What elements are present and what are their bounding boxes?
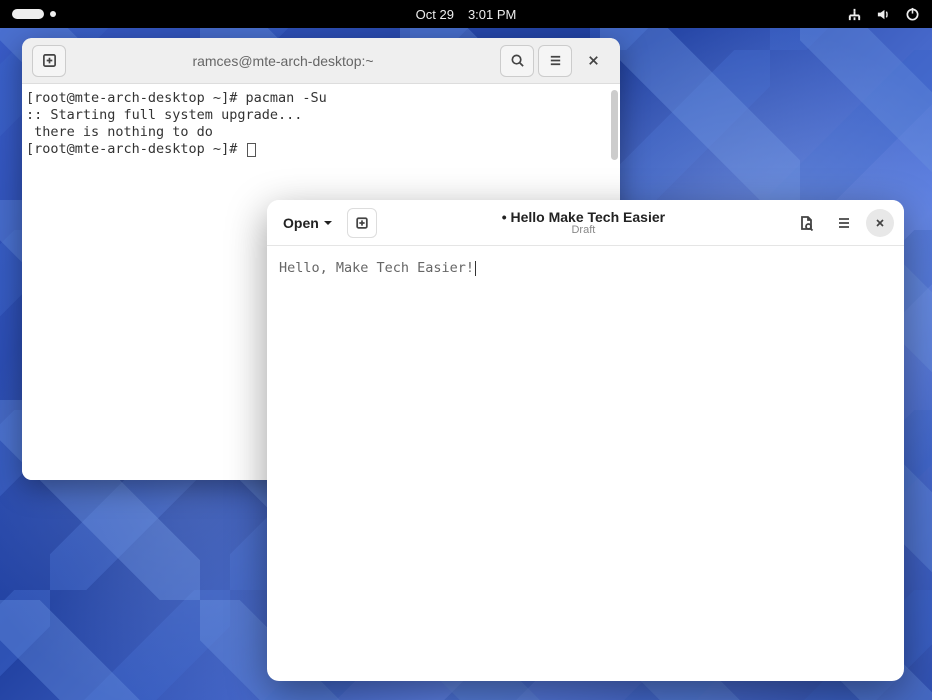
terminal-line: there is nothing to do — [26, 124, 213, 140]
menu-button[interactable] — [538, 45, 572, 77]
editor-textarea[interactable]: Hello, Make Tech Easier! — [267, 246, 904, 681]
document-title: • Hello Make Tech Easier — [385, 209, 782, 225]
terminal-cursor — [247, 143, 256, 157]
volume-icon — [876, 7, 891, 22]
document-info-button[interactable] — [790, 207, 822, 239]
new-document-button[interactable] — [347, 208, 377, 238]
topbar-time: 3:01 PM — [468, 7, 516, 22]
activities-indicator[interactable] — [12, 9, 56, 19]
text-editor-window: Open • Hello Make Tech Easier Draft Hell… — [267, 200, 904, 681]
chevron-down-icon — [323, 218, 333, 228]
editor-headerbar: Open • Hello Make Tech Easier Draft — [267, 200, 904, 246]
open-button-label: Open — [283, 215, 319, 231]
network-icon — [847, 7, 862, 22]
editor-title-area: • Hello Make Tech Easier Draft — [385, 209, 782, 236]
document-subtitle: Draft — [385, 224, 782, 236]
gnome-topbar: Oct 29 3:01 PM — [0, 0, 932, 28]
terminal-line: [root@mte-arch-desktop ~]# — [26, 141, 245, 157]
terminal-line: :: Starting full system upgrade... — [26, 107, 302, 123]
editor-content: Hello, Make Tech Easier! — [279, 260, 474, 276]
clock-button[interactable]: Oct 29 3:01 PM — [416, 7, 517, 22]
activities-pill-icon — [12, 9, 44, 19]
terminal-headerbar: ramces@mte-arch-desktop:~ — [22, 38, 620, 84]
activities-dot-icon — [50, 11, 56, 17]
text-cursor — [475, 261, 476, 276]
topbar-date: Oct 29 — [416, 7, 454, 22]
close-button[interactable] — [866, 209, 894, 237]
terminal-title: ramces@mte-arch-desktop:~ — [68, 53, 498, 69]
system-tray[interactable] — [847, 7, 920, 22]
search-button[interactable] — [500, 45, 534, 77]
close-button[interactable] — [576, 45, 610, 77]
new-tab-button[interactable] — [32, 45, 66, 77]
scrollbar-thumb[interactable] — [611, 90, 618, 160]
open-button[interactable]: Open — [277, 211, 339, 235]
power-icon — [905, 7, 920, 22]
menu-button[interactable] — [828, 207, 860, 239]
terminal-line: [root@mte-arch-desktop ~]# pacman -Su — [26, 90, 327, 106]
